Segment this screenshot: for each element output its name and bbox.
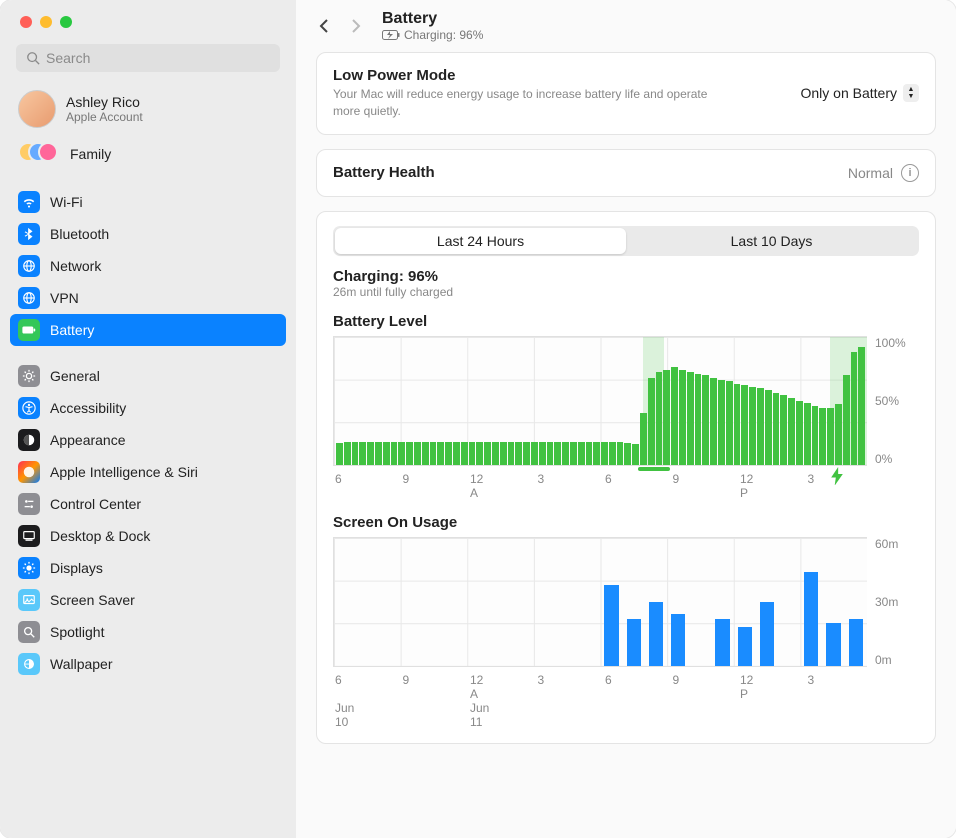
minimize-window-button[interactable]: [40, 16, 52, 28]
sidebar-item-label: General: [50, 368, 100, 384]
sidebar-item-family[interactable]: Family: [10, 136, 286, 172]
accessibility-icon: [18, 397, 40, 419]
sidebar-item-label: Spotlight: [50, 624, 104, 640]
battery-level-chart: Battery Level 100%50%0% 6912 A36912 P3: [333, 313, 919, 500]
sidebar-item-label: Battery: [50, 322, 94, 338]
vpn-icon: [18, 287, 40, 309]
appearance-icon: [18, 429, 40, 451]
sidebar-item-general[interactable]: General: [10, 360, 286, 392]
sidebar-item-accessibility[interactable]: Accessibility: [10, 392, 286, 424]
nav-back-button[interactable]: [310, 12, 338, 40]
usage-card: Last 24 Hours Last 10 Days Charging: 96%…: [316, 211, 936, 744]
dropdown-selected: Only on Battery: [801, 85, 898, 101]
header: Battery Charging: 96%: [296, 0, 956, 52]
sidebar-item-label: Accessibility: [50, 400, 126, 416]
low-power-mode-title: Low Power Mode: [333, 67, 781, 84]
chevron-up-down-icon: ▲▼: [903, 84, 919, 102]
sidebar-item-control-center[interactable]: Control Center: [10, 488, 286, 520]
chart-title-screen-on: Screen On Usage: [333, 514, 919, 531]
screen-on-yaxis: 60m30m0m: [875, 537, 919, 667]
sidebar-item-label: VPN: [50, 290, 79, 306]
network-icon: [18, 255, 40, 277]
battery-health-status: Normal: [848, 165, 893, 181]
window-controls: [0, 0, 296, 36]
low-power-mode-dropdown[interactable]: Only on Battery ▲▼: [801, 67, 920, 120]
family-avatars: [18, 142, 60, 166]
sidebar-item-vpn[interactable]: VPN: [10, 282, 286, 314]
sidebar-item-label: Screen Saver: [50, 592, 135, 608]
search-placeholder: Search: [46, 50, 90, 66]
battery-level-yaxis: 100%50%0%: [875, 336, 919, 466]
sidebar-item-wifi[interactable]: Wi-Fi: [10, 186, 286, 218]
low-power-mode-card: Low Power Mode Your Mac will reduce ener…: [316, 52, 936, 135]
spotlight-icon: [18, 621, 40, 643]
sidebar-item-battery[interactable]: Battery: [10, 314, 286, 346]
low-power-mode-desc: Your Mac will reduce energy usage to inc…: [333, 86, 733, 120]
battery-level-plot: [333, 336, 867, 466]
sidebar-item-label: Wi-Fi: [50, 194, 83, 210]
ai-siri-icon: [18, 461, 40, 483]
sidebar-item-label: Displays: [50, 560, 103, 576]
sidebar-item-label: Apple Intelligence & Siri: [50, 464, 198, 480]
seg-last-24-hours[interactable]: Last 24 Hours: [335, 228, 626, 254]
family-label: Family: [70, 146, 111, 162]
screen-on-date-row: Jun 10Jun 11: [333, 701, 919, 729]
screen-on-chart: Screen On Usage 60m30m0m 6912 A36912 P3 …: [333, 514, 919, 729]
screen-on-xaxis: 6912 A36912 P3: [333, 673, 919, 701]
page-subtitle: Charging: 96%: [382, 28, 483, 42]
nav-forward-button[interactable]: [342, 12, 370, 40]
bluetooth-icon: [18, 223, 40, 245]
screen-saver-icon: [18, 589, 40, 611]
sidebar-item-label: Appearance: [50, 432, 126, 448]
charging-status: Charging: 96%: [333, 268, 919, 285]
chart-title-battery-level: Battery Level: [333, 313, 919, 330]
general-icon: [18, 365, 40, 387]
sidebar-item-label: Network: [50, 258, 101, 274]
sidebar-item-label: Desktop & Dock: [50, 528, 150, 544]
avatar: [18, 90, 56, 128]
page-title: Battery: [382, 10, 483, 28]
zoom-window-button[interactable]: [60, 16, 72, 28]
sidebar-item-label: Wallpaper: [50, 656, 113, 672]
seg-last-10-days[interactable]: Last 10 Days: [626, 228, 917, 254]
sidebar-item-bluetooth[interactable]: Bluetooth: [10, 218, 286, 250]
wifi-icon: [18, 191, 40, 213]
sidebar-item-wallpaper[interactable]: Wallpaper: [10, 648, 286, 680]
screen-on-plot: [333, 537, 867, 667]
displays-icon: [18, 557, 40, 579]
account-name: Ashley Rico: [66, 94, 143, 110]
time-range-segmented-control: Last 24 Hours Last 10 Days: [333, 226, 919, 256]
sidebar-item-spotlight[interactable]: Spotlight: [10, 616, 286, 648]
sidebar-item-label: Control Center: [50, 496, 141, 512]
settings-window: Search Ashley Rico Apple Account Family …: [0, 0, 956, 838]
sidebar-item-label: Bluetooth: [50, 226, 109, 242]
search-icon: [26, 51, 40, 65]
charging-icon: [382, 30, 400, 40]
control-center-icon: [18, 493, 40, 515]
sidebar-item-appearance[interactable]: Appearance: [10, 424, 286, 456]
wallpaper-icon: [18, 653, 40, 675]
battery-health-card: Battery Health Normal i: [316, 149, 936, 197]
sidebar-item-account[interactable]: Ashley Rico Apple Account: [10, 84, 286, 134]
bolt-icon: [830, 467, 844, 481]
main-pane: Battery Charging: 96% Low Power Mode You…: [296, 0, 956, 838]
account-subtitle: Apple Account: [66, 110, 143, 124]
battery-icon: [18, 319, 40, 341]
battery-health-title: Battery Health: [333, 164, 435, 181]
sidebar-item-ai-siri[interactable]: Apple Intelligence & Siri: [10, 456, 286, 488]
sidebar-item-screen-saver[interactable]: Screen Saver: [10, 584, 286, 616]
charging-eta: 26m until fully charged: [333, 285, 919, 299]
close-window-button[interactable]: [20, 16, 32, 28]
sidebar: Search Ashley Rico Apple Account Family …: [0, 0, 296, 838]
desktop-dock-icon: [18, 525, 40, 547]
sidebar-item-displays[interactable]: Displays: [10, 552, 286, 584]
info-icon[interactable]: i: [901, 164, 919, 182]
search-input[interactable]: Search: [16, 44, 280, 72]
sidebar-item-network[interactable]: Network: [10, 250, 286, 282]
sidebar-item-desktop-dock[interactable]: Desktop & Dock: [10, 520, 286, 552]
